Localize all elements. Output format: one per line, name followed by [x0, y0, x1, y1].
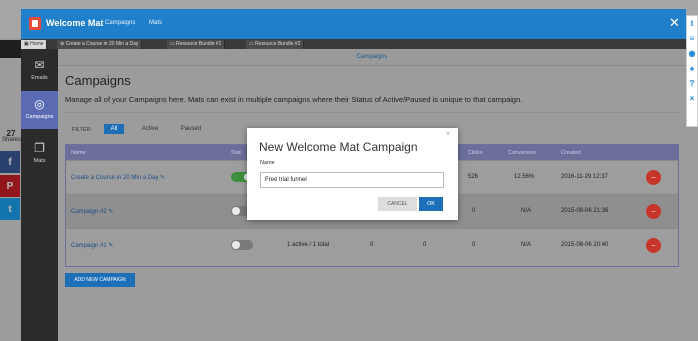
- tab-label: Home: [30, 41, 44, 47]
- campaign-name: Campaign #1: [71, 243, 107, 249]
- sidebar-item-label: Emails: [31, 75, 48, 81]
- close-app-icon[interactable]: ✕: [669, 15, 680, 31]
- delete-button[interactable]: –: [646, 204, 661, 219]
- created-value: 2015-08-06 20:40: [561, 242, 609, 248]
- header-clicks[interactable]: Clicks: [468, 150, 483, 156]
- page-title: Campaigns: [65, 73, 131, 88]
- filter-all-button[interactable]: All: [104, 124, 124, 134]
- header-status[interactable]: Stat: [231, 150, 241, 156]
- ok-button[interactable]: OK: [419, 197, 443, 211]
- created-value: 2016-11-29 12:37: [561, 174, 608, 180]
- sidebar-item-label: Mats: [33, 158, 46, 164]
- page-description: Manage all of your Campaigns here. Mats …: [65, 95, 523, 104]
- delete-button[interactable]: –: [646, 170, 661, 185]
- campaign-name: Campaign #2: [71, 209, 107, 215]
- conversion-value: N/A: [521, 208, 532, 214]
- sidebar: ✉ Emails ◎ Campaigns ❐ Mats: [21, 49, 58, 341]
- conversion-value: N/A: [521, 242, 532, 248]
- nav-mats[interactable]: Mats: [149, 20, 162, 26]
- tab-label: Resource Bundle #2: [255, 41, 301, 47]
- sidebar-item-mats[interactable]: ❐ Mats: [21, 135, 58, 173]
- subs-value: 0: [423, 242, 427, 248]
- sidebar-item-campaigns[interactable]: ◎ Campaigns: [21, 91, 58, 129]
- title-bar: Welcome Mat Campaigns Mats ✕: [21, 9, 686, 39]
- tab-create-course[interactable]: ⊕ Create a Course in 20 Min a Day: [57, 40, 143, 49]
- edit-icon[interactable]: ✎: [160, 175, 165, 181]
- clicks-value: 0: [472, 208, 476, 214]
- divider: [65, 112, 679, 113]
- target-icon: ◎: [34, 97, 45, 111]
- header-created[interactable]: Created: [561, 150, 581, 156]
- new-campaign-dialog: × New Welcome Mat Campaign Name Free tri…: [247, 128, 458, 220]
- add-campaign-button[interactable]: ADD NEW CAMPAIGN: [65, 273, 135, 287]
- close-dialog-icon[interactable]: ×: [446, 131, 450, 138]
- nav-campaigns[interactable]: Campaigns: [105, 20, 135, 26]
- tab-label: Create a Course in 20 Min a Day: [65, 41, 139, 47]
- filter-active-button[interactable]: Active: [138, 124, 162, 134]
- sidebar-item-label: Campaigns: [25, 114, 54, 120]
- envelope-icon: ✉: [34, 58, 45, 72]
- twitter-icon[interactable]: t: [687, 16, 697, 31]
- app-title: Welcome Mat: [46, 18, 104, 28]
- tab-resource-bundle-2[interactable]: ▭ Resource Bundle #2: [246, 40, 305, 49]
- sidebar-item-emails[interactable]: ✉ Emails: [21, 52, 58, 90]
- campaign-name-link[interactable]: Campaign #1 ✎: [71, 242, 113, 249]
- delete-button[interactable]: –: [646, 238, 661, 253]
- edit-icon[interactable]: ✎: [108, 209, 113, 215]
- header-conversion[interactable]: Conversion: [508, 150, 536, 156]
- name-label: Name: [260, 160, 275, 166]
- layers-icon: ❐: [34, 141, 45, 155]
- views-value: 0: [370, 242, 374, 248]
- tab-label: Resource Bundle #1: [176, 41, 222, 47]
- campaign-name-input[interactable]: Free trial funnel: [260, 172, 444, 188]
- like-icon[interactable]: ♠: [687, 61, 697, 76]
- right-toolbar: t ≡ ◉ ♠ ? ×: [686, 15, 698, 127]
- tab-home[interactable]: ▣ Home: [21, 40, 48, 49]
- header-name[interactable]: Name: [71, 150, 86, 156]
- clicks-value: 526: [468, 174, 479, 180]
- breadcrumb: Campaigns: [58, 49, 686, 66]
- created-value: 2015-08-06 21:36: [561, 208, 609, 214]
- eye-icon[interactable]: ◉: [687, 46, 697, 61]
- campaign-name: Create a Course in 20 Min a Day: [71, 175, 159, 181]
- conversion-value: 12.56%: [514, 174, 535, 180]
- mats-value: 1 active / 1 total: [287, 242, 330, 248]
- table-row: Campaign #1 ✎ 1 active / 1 total 0 0 0 N…: [66, 228, 678, 262]
- campaign-name-link[interactable]: Campaign #2 ✎: [71, 208, 113, 215]
- filter-label: FILTER:: [72, 127, 93, 133]
- clicks-value: 0: [472, 242, 476, 248]
- tab-resource-bundle-1[interactable]: ▭ Resource Bundle #1: [167, 40, 226, 49]
- tab-strip: ▣ Home ⊕ Create a Course in 20 Min a Day…: [21, 39, 686, 49]
- filter-paused-button[interactable]: Paused: [178, 124, 204, 134]
- status-toggle[interactable]: [231, 240, 253, 250]
- welcome-mat-logo-icon: [29, 17, 41, 30]
- edit-icon[interactable]: ✎: [108, 243, 113, 249]
- help-icon[interactable]: ?: [687, 76, 697, 91]
- campaign-name-link[interactable]: Create a Course in 20 Min a Day ✎: [71, 174, 165, 181]
- cancel-button[interactable]: CANCEL: [378, 197, 417, 211]
- close-icon[interactable]: ×: [687, 91, 697, 106]
- dialog-title: New Welcome Mat Campaign: [259, 140, 418, 154]
- layers-icon[interactable]: ≡: [687, 31, 697, 46]
